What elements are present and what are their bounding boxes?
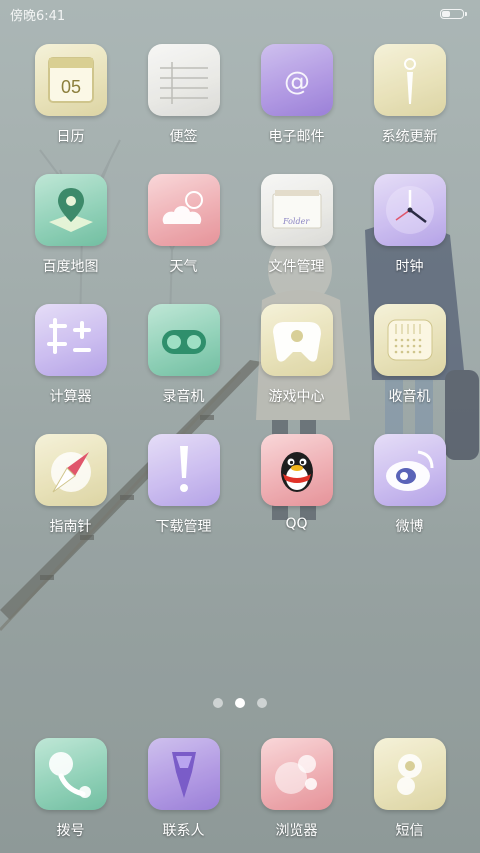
app-grid: 05 日历 便签 @ 电子邮件 系统更新 百度地图 天气 Folder 文件管理 时钟 … bbox=[0, 44, 480, 564]
battery-icon bbox=[440, 9, 467, 19]
page-dot[interactable] bbox=[213, 698, 223, 708]
clock-icon[interactable] bbox=[373, 174, 446, 246]
app-label: 电子邮件 bbox=[268, 129, 325, 145]
app-email[interactable]: @ 电子邮件 bbox=[240, 44, 353, 174]
calendar-date: 05 bbox=[60, 77, 80, 97]
app-gamepad[interactable]: 游戏中心 bbox=[240, 304, 353, 434]
gamepad-icon[interactable] bbox=[260, 304, 333, 376]
app-label: 游戏中心 bbox=[268, 389, 325, 405]
page-indicator bbox=[0, 698, 480, 708]
app-label: 时钟 bbox=[395, 259, 424, 275]
app-label: 录音机 bbox=[162, 389, 205, 405]
app-clock[interactable]: 时钟 bbox=[353, 174, 466, 304]
app-label: QQ bbox=[285, 516, 308, 532]
app-label: 便签 bbox=[169, 129, 198, 145]
contacts-icon[interactable] bbox=[147, 738, 220, 810]
app-update[interactable]: 系统更新 bbox=[353, 44, 466, 174]
svg-text:@: @ bbox=[284, 67, 310, 97]
weather-icon[interactable] bbox=[147, 174, 220, 246]
folder-icon[interactable]: Folder bbox=[260, 174, 333, 246]
browser-icon[interactable] bbox=[260, 738, 333, 810]
app-label: 系统更新 bbox=[381, 129, 438, 145]
compass-icon[interactable] bbox=[34, 434, 107, 506]
app-map[interactable]: 百度地图 bbox=[14, 174, 127, 304]
app-compass[interactable]: 指南针 bbox=[14, 434, 127, 564]
notes-icon[interactable] bbox=[147, 44, 220, 116]
app-recorder[interactable]: 录音机 bbox=[127, 304, 240, 434]
email-icon[interactable]: @ bbox=[260, 44, 333, 116]
app-browser[interactable]: 浏览器 bbox=[240, 738, 353, 840]
page-dot[interactable] bbox=[235, 698, 245, 708]
app-weibo[interactable]: 微博 bbox=[353, 434, 466, 564]
app-folder[interactable]: Folder 文件管理 bbox=[240, 174, 353, 304]
folder-caption: Folder bbox=[282, 217, 310, 226]
update-icon[interactable] bbox=[373, 44, 446, 116]
map-icon[interactable] bbox=[34, 174, 107, 246]
status-time: 傍晚6:41 bbox=[10, 8, 66, 24]
app-label: 文件管理 bbox=[268, 259, 325, 275]
app-calendar[interactable]: 05 日历 bbox=[14, 44, 127, 174]
calculator-icon[interactable] bbox=[34, 304, 107, 376]
app-contacts[interactable]: 联系人 bbox=[127, 738, 240, 840]
app-label: 拨号 bbox=[56, 823, 85, 839]
app-label: 天气 bbox=[169, 259, 198, 275]
app-weather[interactable]: 天气 bbox=[127, 174, 240, 304]
phone-icon[interactable] bbox=[34, 738, 107, 810]
app-label: 日历 bbox=[56, 129, 85, 145]
app-label: 指南针 bbox=[49, 519, 92, 535]
qq-penguin-icon[interactable] bbox=[260, 434, 333, 506]
app-label: 浏览器 bbox=[275, 823, 318, 839]
calendar-icon[interactable]: 05 bbox=[34, 44, 107, 116]
app-phone[interactable]: 拨号 bbox=[14, 738, 127, 840]
recorder-icon[interactable] bbox=[147, 304, 220, 376]
page-dot[interactable] bbox=[257, 698, 267, 708]
app-download[interactable]: 下载管理 bbox=[127, 434, 240, 564]
app-label: 计算器 bbox=[49, 389, 92, 405]
status-bar: 傍晚6:41 bbox=[0, 0, 480, 28]
weibo-icon[interactable] bbox=[373, 434, 446, 506]
app-radio[interactable]: 收音机 bbox=[353, 304, 466, 434]
app-label: 百度地图 bbox=[42, 259, 99, 275]
app-notes[interactable]: 便签 bbox=[127, 44, 240, 174]
dock: 拨号 联系人 浏览器 短信 bbox=[0, 738, 480, 840]
app-label: 收音机 bbox=[388, 389, 431, 405]
app-label: 微博 bbox=[395, 519, 424, 535]
app-label: 联系人 bbox=[162, 823, 205, 839]
radio-icon[interactable] bbox=[373, 304, 446, 376]
app-label: 下载管理 bbox=[155, 519, 212, 535]
app-calculator[interactable]: 计算器 bbox=[14, 304, 127, 434]
app-qq-penguin[interactable]: QQ bbox=[240, 434, 353, 564]
download-icon[interactable] bbox=[147, 434, 220, 506]
app-label: 短信 bbox=[395, 823, 424, 839]
sms-icon[interactable] bbox=[373, 738, 446, 810]
app-sms[interactable]: 短信 bbox=[353, 738, 466, 840]
